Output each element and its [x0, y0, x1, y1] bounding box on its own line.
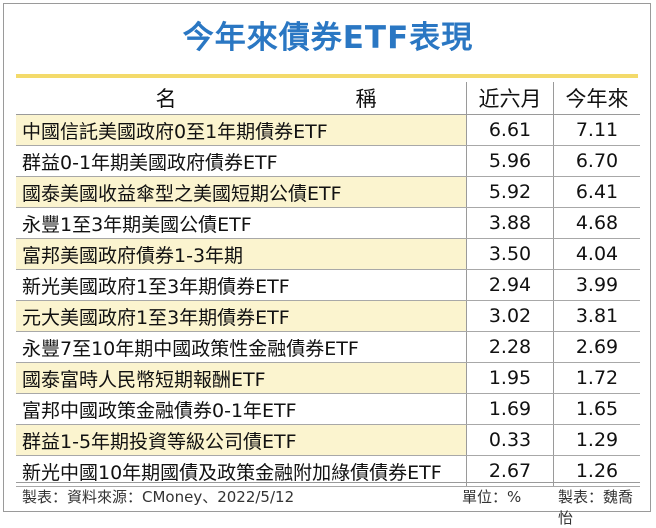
- table-row: 富邦中國政策金融債券0-1年ETF 1.69 1.65: [16, 393, 640, 425]
- row-ytd: 1.65: [553, 393, 640, 425]
- row-name: 國泰美國收益傘型之美國短期公債ETF: [16, 176, 467, 208]
- row-ytd: 1.29: [553, 424, 640, 456]
- table-header-row: 名稱 近六月 今年來: [16, 82, 640, 115]
- row-name: 國泰富時人民幣短期報酬ETF: [16, 362, 467, 394]
- table-row: 群益0-1年期美國政府債券ETF 5.96 6.70: [16, 145, 640, 177]
- row-ytd: 3.99: [553, 269, 640, 301]
- title-underline: [16, 74, 638, 78]
- chart-title: 今年來債券ETF表現: [182, 20, 474, 56]
- table-row: 群益1-5年期投資等級公司債ETF 0.33 1.29: [16, 424, 640, 456]
- footer-divider: [16, 482, 640, 483]
- row-six-month: 3.50: [466, 238, 554, 270]
- table-row: 新光美國政府1至3年期債券ETF 2.94 3.99: [16, 269, 640, 301]
- row-name: 永豐1至3年期美國公債ETF: [16, 207, 467, 239]
- row-ytd: 4.68: [553, 207, 640, 239]
- table-row: 永豐1至3年期美國公債ETF 3.88 4.68: [16, 207, 640, 239]
- row-six-month: 0.33: [466, 424, 554, 456]
- footer: 製表：資料來源：CMoney、2022/5/12 單位：% 製表：魏喬怡: [16, 486, 640, 527]
- row-six-month: 3.02: [466, 300, 554, 332]
- header-ytd: 今年來: [553, 82, 640, 115]
- row-six-month: 6.61: [466, 114, 554, 146]
- footer-maker: 製表：魏喬怡: [558, 488, 634, 527]
- header-name: 名稱: [16, 82, 467, 115]
- row-ytd: 3.81: [553, 300, 640, 332]
- header-six-month: 近六月: [466, 82, 554, 115]
- row-name: 新光美國政府1至3年期債券ETF: [16, 269, 467, 301]
- row-six-month: 5.96: [466, 145, 554, 177]
- row-six-month: 1.95: [466, 362, 554, 394]
- header-name-a: 名: [155, 87, 177, 111]
- row-ytd: 2.69: [553, 331, 640, 363]
- chart-frame: 今年來債券ETF表現 名稱 近六月 今年來 中國信託美國政府0至1年期債券ETF…: [3, 3, 651, 527]
- row-six-month: 2.94: [466, 269, 554, 301]
- table-row: 國泰美國收益傘型之美國短期公債ETF 5.92 6.41: [16, 176, 640, 208]
- footer-unit: 單位：%: [462, 488, 522, 506]
- row-six-month: 3.88: [466, 207, 554, 239]
- etf-table: 名稱 近六月 今年來 中國信託美國政府0至1年期債券ETF 6.61 7.11 群益0…: [16, 82, 640, 487]
- row-name: 富邦中國政策金融債券0-1年ETF: [16, 393, 467, 425]
- row-name: 群益0-1年期美國政府債券ETF: [16, 145, 467, 177]
- row-ytd: 7.11: [553, 114, 640, 146]
- row-ytd: 4.04: [553, 238, 640, 270]
- row-name: 富邦美國政府債券1-3年期: [16, 238, 467, 270]
- row-ytd: 6.41: [553, 176, 640, 208]
- row-six-month: 5.92: [466, 176, 554, 208]
- row-ytd: 1.72: [553, 362, 640, 394]
- header-name-b: 稱: [355, 87, 377, 111]
- row-name: 中國信託美國政府0至1年期債券ETF: [16, 114, 467, 146]
- row-six-month: 1.69: [466, 393, 554, 425]
- table-row: 永豐7至10年期中國政策性金融債券ETF 2.28 2.69: [16, 331, 640, 363]
- table-row: 國泰富時人民幣短期報酬ETF 1.95 1.72: [16, 362, 640, 394]
- table-row: 元大美國政府1至3年期債券ETF 3.02 3.81: [16, 300, 640, 332]
- row-name: 永豐7至10年期中國政策性金融債券ETF: [16, 331, 467, 363]
- footer-source: 製表：資料來源：CMoney、2022/5/12: [22, 488, 295, 506]
- row-ytd: 6.70: [553, 145, 640, 177]
- table-row: 富邦美國政府債券1-3年期 3.50 4.04: [16, 238, 640, 270]
- table-row: 中國信託美國政府0至1年期債券ETF 6.61 7.11: [16, 114, 640, 146]
- row-name: 群益1-5年期投資等級公司債ETF: [16, 424, 467, 456]
- row-six-month: 2.28: [466, 331, 554, 363]
- row-name: 元大美國政府1至3年期債券ETF: [16, 300, 467, 332]
